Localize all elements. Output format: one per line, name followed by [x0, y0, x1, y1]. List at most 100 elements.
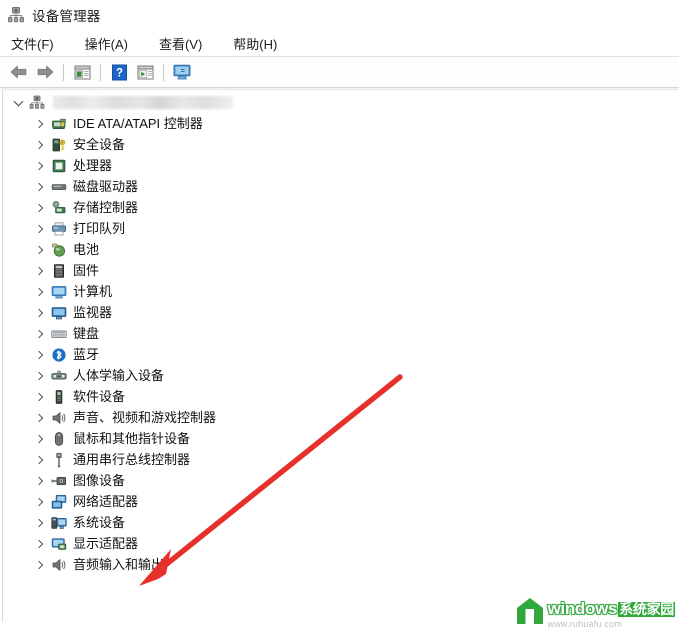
keyboard-icon: [51, 326, 67, 342]
tree-item-firmware[interactable]: 固件: [3, 260, 678, 281]
chevron-right-icon[interactable]: [33, 453, 47, 467]
menu-help[interactable]: 帮助(H): [231, 32, 279, 55]
chevron-right-icon[interactable]: [33, 306, 47, 320]
tree-item-battery[interactable]: 电池: [3, 239, 678, 260]
tree-item-computer[interactable]: 计算机: [3, 281, 678, 302]
tree-item-label: 处理器: [73, 158, 113, 173]
redacted-computer-name: [53, 96, 233, 109]
display-adapter-icon: [51, 536, 67, 552]
tree-item-bluetooth[interactable]: 蓝牙: [3, 344, 678, 365]
chevron-right-icon[interactable]: [33, 159, 47, 173]
chevron-right-icon[interactable]: [33, 390, 47, 404]
toolbar: ?: [0, 57, 679, 88]
chevron-right-icon[interactable]: [33, 243, 47, 257]
chevron-right-icon: [33, 264, 47, 278]
firmware-icon: [51, 263, 67, 279]
tree-item-display-adapter[interactable]: 显示适配器: [3, 533, 678, 554]
chevron-right-icon[interactable]: [33, 117, 47, 131]
tree-item-label: 固件: [73, 263, 100, 278]
tree-item-security-device[interactable]: 安全设备: [3, 134, 678, 155]
bluetooth-icon: [51, 347, 67, 363]
tree-item-sound-video-game[interactable]: 声音、视频和游戏控制器: [3, 407, 678, 428]
window-title: 设备管理器: [32, 9, 101, 24]
tree-item-imaging-device[interactable]: 图像设备: [3, 470, 678, 491]
menu-action[interactable]: 操作(A): [83, 32, 130, 55]
tree-item-label: 人体学输入设备: [73, 368, 165, 383]
software-device-icon: [51, 389, 67, 405]
tree-item-ide-controller[interactable]: IDE ATA/ATAPI 控制器: [3, 113, 678, 134]
properties-button[interactable]: [69, 60, 95, 84]
chevron-right-icon[interactable]: [33, 369, 47, 383]
tree-item-label: 显示适配器: [73, 536, 139, 551]
chevron-right-icon[interactable]: [33, 474, 47, 488]
back-button[interactable]: [6, 60, 32, 84]
chevron-right-icon[interactable]: [33, 537, 47, 551]
tree-item-processor[interactable]: 处理器: [3, 155, 678, 176]
chevron-down-icon[interactable]: [11, 96, 25, 110]
tree-item-label: 软件设备: [73, 389, 126, 404]
forward-button[interactable]: [32, 60, 58, 84]
chevron-right-icon[interactable]: [33, 201, 47, 215]
chevron-right-icon[interactable]: [33, 411, 47, 425]
chevron-right-icon[interactable]: [33, 180, 47, 194]
menu-view[interactable]: 查看(V): [157, 32, 204, 55]
tree-item-keyboard[interactable]: 键盘: [3, 323, 678, 344]
show-devices-button[interactable]: [169, 60, 195, 84]
chevron-right-icon[interactable]: [33, 327, 47, 341]
monitor-device-icon: [51, 305, 67, 321]
tree-item-usb-controller[interactable]: 通用串行总线控制器: [3, 449, 678, 470]
tree-item-network-adapter[interactable]: 网络适配器: [3, 491, 678, 512]
watermark-brand: windows 系统家园: [547, 599, 675, 619]
tree-item-label: 系统设备: [73, 515, 126, 530]
disk-drive-icon: [51, 179, 67, 195]
tree-item-hid[interactable]: 人体学输入设备: [3, 365, 678, 386]
tree-item-label: 蓝牙: [73, 347, 100, 362]
tree-item-label: 电池: [73, 242, 100, 257]
imaging-device-icon: [51, 473, 67, 489]
chevron-right-icon[interactable]: [33, 432, 47, 446]
system-device-icon: [51, 515, 67, 531]
tree-item-label: 监视器: [73, 305, 113, 320]
watermark-house-logo-icon: [515, 596, 545, 626]
tree-item-label: 鼠标和其他指针设备: [73, 431, 191, 446]
chevron-right-icon[interactable]: [33, 222, 47, 236]
site-watermark: windows 系统家园 www.ruhuafu.com: [515, 596, 675, 629]
help-button[interactable]: ?: [106, 60, 132, 84]
computer-icon: [51, 284, 67, 300]
device-tree-pane[interactable]: IDE ATA/ATAPI 控制器 安全设备 处理器 磁盘驱动器 存储控制器 打…: [2, 89, 678, 623]
audio-io-icon: [51, 557, 67, 573]
tree-item-audio-io[interactable]: 音频输入和输出: [3, 554, 678, 575]
menu-file[interactable]: 文件(F): [9, 32, 56, 55]
tree-item-label: 磁盘驱动器: [73, 179, 139, 194]
svg-text:?: ?: [115, 67, 122, 79]
chevron-right-icon[interactable]: [33, 285, 47, 299]
chevron-right-icon[interactable]: [33, 495, 47, 509]
chevron-right-icon[interactable]: [33, 558, 47, 572]
tree-item-software-device[interactable]: 软件设备: [3, 386, 678, 407]
processor-icon: [51, 158, 67, 174]
tree-root-node[interactable]: [3, 92, 678, 113]
watermark-brand-en: windows: [547, 599, 618, 619]
title-bar: 设备管理器: [0, 0, 679, 30]
tree-item-label: 存储控制器: [73, 200, 139, 215]
mouse-icon: [51, 431, 67, 447]
sound-video-game-icon: [51, 410, 67, 426]
chevron-right-icon[interactable]: [33, 138, 47, 152]
tree-item-disk-drive[interactable]: 磁盘驱动器: [3, 176, 678, 197]
chevron-right-icon[interactable]: [33, 516, 47, 530]
toolbar-separator-2: [100, 63, 101, 81]
tree-item-mouse[interactable]: 鼠标和其他指针设备: [3, 428, 678, 449]
tree-item-system-device[interactable]: 系统设备: [3, 512, 678, 533]
tree-item-label: IDE ATA/ATAPI 控制器: [73, 116, 203, 131]
tree-item-label: 通用串行总线控制器: [73, 452, 191, 467]
tree-item-monitor[interactable]: 监视器: [3, 302, 678, 323]
ide-controller-icon: [51, 116, 67, 132]
toolbar-separator-3: [163, 63, 164, 81]
tree-item-storage-controller[interactable]: 存储控制器: [3, 197, 678, 218]
chevron-right-icon[interactable]: [33, 348, 47, 362]
tree-item-print-queue[interactable]: 打印队列: [3, 218, 678, 239]
update-driver-button[interactable]: [132, 60, 158, 84]
print-queue-icon: [51, 221, 67, 237]
battery-icon: [51, 242, 67, 258]
watermark-text-block: windows 系统家园 www.ruhuafu.com: [547, 599, 675, 629]
